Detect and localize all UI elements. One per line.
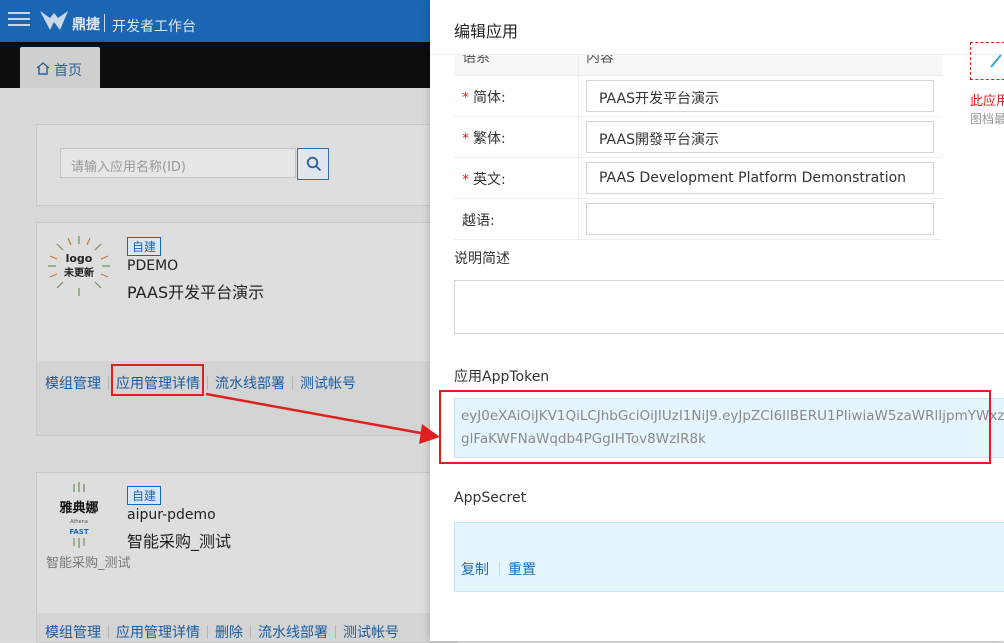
row-divider — [454, 157, 942, 158]
logo-text-1: logo — [66, 252, 93, 265]
tab-home[interactable]: 首页 — [20, 47, 100, 88]
brand-name: 鼎捷 — [72, 17, 100, 33]
description-label: 说明简述 — [454, 251, 510, 267]
input-value: PAAS Development Platform Demonstration — [599, 170, 907, 186]
brand-subtitle: 开发者工作台 — [112, 19, 196, 35]
hamburger-menu-icon[interactable] — [8, 8, 30, 34]
divider — [250, 625, 251, 639]
app-type-badge: 自建 — [127, 486, 162, 505]
vietnamese-name-input[interactable] — [586, 203, 934, 235]
logo-text-2: Athena — [70, 519, 88, 525]
label-text: 简体: — [473, 90, 506, 106]
divider — [335, 625, 336, 639]
brand-logo-icon — [40, 11, 68, 30]
home-icon — [36, 62, 50, 75]
required-mark: * — [462, 172, 469, 188]
logo-text-2: 未更新 — [63, 266, 94, 279]
search-button[interactable] — [297, 148, 329, 180]
search-icon — [306, 156, 322, 172]
annotation-highlight-box — [439, 390, 991, 464]
divider — [108, 625, 109, 639]
label-english: * 英文: — [462, 169, 506, 189]
label-traditional: * 繁体: — [462, 128, 506, 148]
divider — [499, 562, 500, 576]
delete-link[interactable]: 删除 — [215, 622, 243, 642]
input-value: PAAS开发平台演示 — [599, 91, 719, 107]
english-name-input[interactable]: PAAS Development Platform Demonstration — [586, 162, 934, 194]
tab-home-label: 首页 — [54, 63, 82, 79]
divider — [207, 625, 208, 639]
brand-divider — [104, 14, 105, 32]
traditional-name-input[interactable]: PAAS開發平台演示 — [586, 121, 934, 153]
pipeline-deploy-link[interactable]: 流水线部署 — [258, 622, 328, 642]
app-description: 智能采购_测试 — [46, 556, 131, 571]
upload-warning-text: 此应用 — [970, 94, 1004, 109]
lang-table-header: 语系 内容 — [454, 55, 942, 75]
search-placeholder: 请输入应用名称(ID) — [71, 160, 186, 175]
app-search-input[interactable]: 请输入应用名称(ID) — [60, 148, 296, 178]
app-token-label: 应用AppToken — [454, 369, 550, 385]
test-account-link[interactable]: 测试帐号 — [343, 622, 399, 642]
app-name: PAAS开发平台演示 — [127, 283, 265, 302]
app-code: PDEMO — [127, 258, 179, 274]
logo-text-1: 雅典娜 — [59, 500, 98, 516]
logo-text-3: FAST — [69, 528, 88, 536]
app-type-badge: 自建 — [127, 237, 162, 256]
input-value: PAAS開發平台演示 — [599, 132, 719, 148]
module-manage-link[interactable]: 模组管理 — [45, 373, 101, 393]
column-divider — [578, 55, 579, 240]
drawer-title: 编辑应用 — [454, 22, 519, 41]
label-simplified: * 简体: — [462, 87, 506, 107]
required-mark: * — [462, 90, 469, 106]
app-code: aipur-pdemo — [127, 507, 216, 523]
app-secret-field — [454, 522, 1004, 592]
divider — [108, 376, 109, 390]
reset-secret-link[interactable]: 重置 — [508, 559, 536, 579]
app-logo-icon: 雅典娜 Athena FAST — [59, 482, 99, 548]
simplified-name-input[interactable]: PAAS开发平台演示 — [586, 80, 934, 112]
logo-upload-area[interactable] — [970, 42, 1004, 80]
annotation-arrow-icon — [205, 392, 440, 444]
label-text: 繁体: — [473, 131, 506, 147]
row-divider — [454, 239, 942, 240]
app-detail-link[interactable]: 应用管理详情 — [116, 622, 200, 642]
content-column-header: 内容 — [586, 55, 614, 66]
description-textarea[interactable] — [454, 280, 1004, 334]
label-vietnamese: 越语: — [462, 213, 495, 229]
label-text: 英文: — [473, 172, 506, 188]
upload-note-text: 图档最 — [970, 112, 1004, 126]
row-divider — [454, 116, 942, 117]
app-logo-icon: logo 未更新 — [48, 236, 110, 296]
annotation-highlight-box — [111, 364, 204, 396]
upload-icon — [990, 54, 1002, 68]
row-divider — [454, 198, 942, 199]
row-divider — [454, 75, 942, 76]
module-manage-link[interactable]: 模组管理 — [45, 622, 101, 642]
lang-column-header: 语系 — [462, 55, 490, 66]
required-mark: * — [462, 131, 469, 147]
app-name: 智能采购_测试 — [127, 532, 232, 551]
copy-secret-link[interactable]: 复制 — [461, 559, 489, 579]
app-secret-label: AppSecret — [454, 490, 527, 506]
